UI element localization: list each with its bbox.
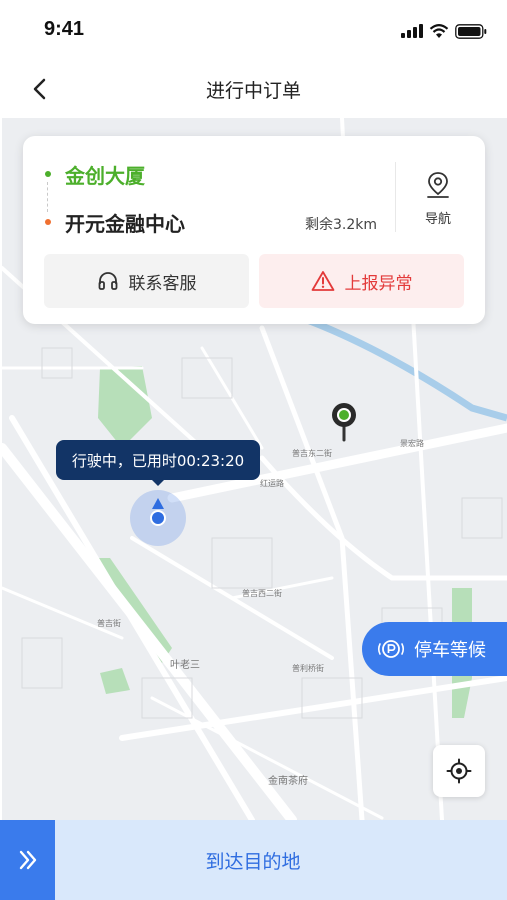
warning-icon bbox=[311, 271, 334, 291]
signal-icon bbox=[401, 24, 423, 38]
contact-service-button[interactable]: 联系客服 bbox=[44, 254, 249, 308]
route-connector bbox=[47, 182, 48, 212]
locate-me-button[interactable] bbox=[433, 745, 485, 797]
trip-status-bubble: 行驶中，已用时00:23:20 bbox=[56, 440, 260, 480]
report-issue-label: 上报异常 bbox=[344, 273, 413, 294]
crosshair-icon bbox=[446, 758, 472, 784]
bubble-tail bbox=[150, 478, 166, 486]
arrive-destination-button[interactable]: 到达目的地 bbox=[55, 820, 451, 900]
location-pin-icon bbox=[427, 172, 449, 198]
map-label: 红运路 bbox=[260, 479, 284, 488]
park-wait-button[interactable]: 停车等候 bbox=[362, 622, 507, 676]
end-location: 开元金融中心 bbox=[65, 212, 185, 236]
map-label: 叶老三 bbox=[170, 660, 200, 671]
park-wait-label: 停车等候 bbox=[414, 640, 486, 661]
status-time: 9:41 bbox=[44, 18, 85, 40]
map-label: 普利桥街 bbox=[292, 664, 324, 673]
bottom-bar: 到达目的地 bbox=[0, 820, 507, 900]
heading-arrow-icon bbox=[152, 498, 164, 509]
slide-handle[interactable] bbox=[0, 820, 55, 900]
map-label: 普吉街 bbox=[97, 619, 121, 628]
current-position-icon bbox=[150, 510, 166, 526]
nav-bar: 进行中订单 bbox=[0, 60, 507, 118]
double-chevron-right-icon bbox=[19, 850, 36, 870]
navigate-button[interactable]: 导航 bbox=[409, 170, 467, 230]
status-bar: 9:41 bbox=[0, 0, 507, 60]
map-label: 普吉东二街 bbox=[292, 449, 332, 458]
remaining-distance: 剩余3.2km bbox=[305, 217, 378, 233]
map-label: 普吉西二街 bbox=[242, 589, 282, 598]
contact-service-label: 联系客服 bbox=[128, 273, 197, 294]
report-issue-button[interactable]: 上报异常 bbox=[259, 254, 464, 308]
status-icons bbox=[401, 22, 487, 40]
navigate-label: 导航 bbox=[424, 212, 451, 227]
start-location: 金创大厦 bbox=[65, 164, 145, 188]
start-dot bbox=[45, 171, 51, 177]
headset-icon bbox=[98, 272, 117, 290]
route-card: 金创大厦 开元金融中心 剩余3.2km 导航 联系客服 上报异常 bbox=[23, 136, 485, 324]
destination-pin-icon bbox=[332, 403, 356, 442]
map-label: 金南茶府 bbox=[268, 776, 308, 787]
end-dot bbox=[45, 219, 51, 225]
page-title: 进行中订单 bbox=[205, 80, 301, 102]
parking-icon bbox=[377, 640, 405, 658]
map-label: 景宏路 bbox=[400, 439, 424, 448]
battery-icon bbox=[455, 23, 487, 39]
wifi-icon bbox=[429, 23, 449, 38]
divider bbox=[395, 162, 396, 232]
